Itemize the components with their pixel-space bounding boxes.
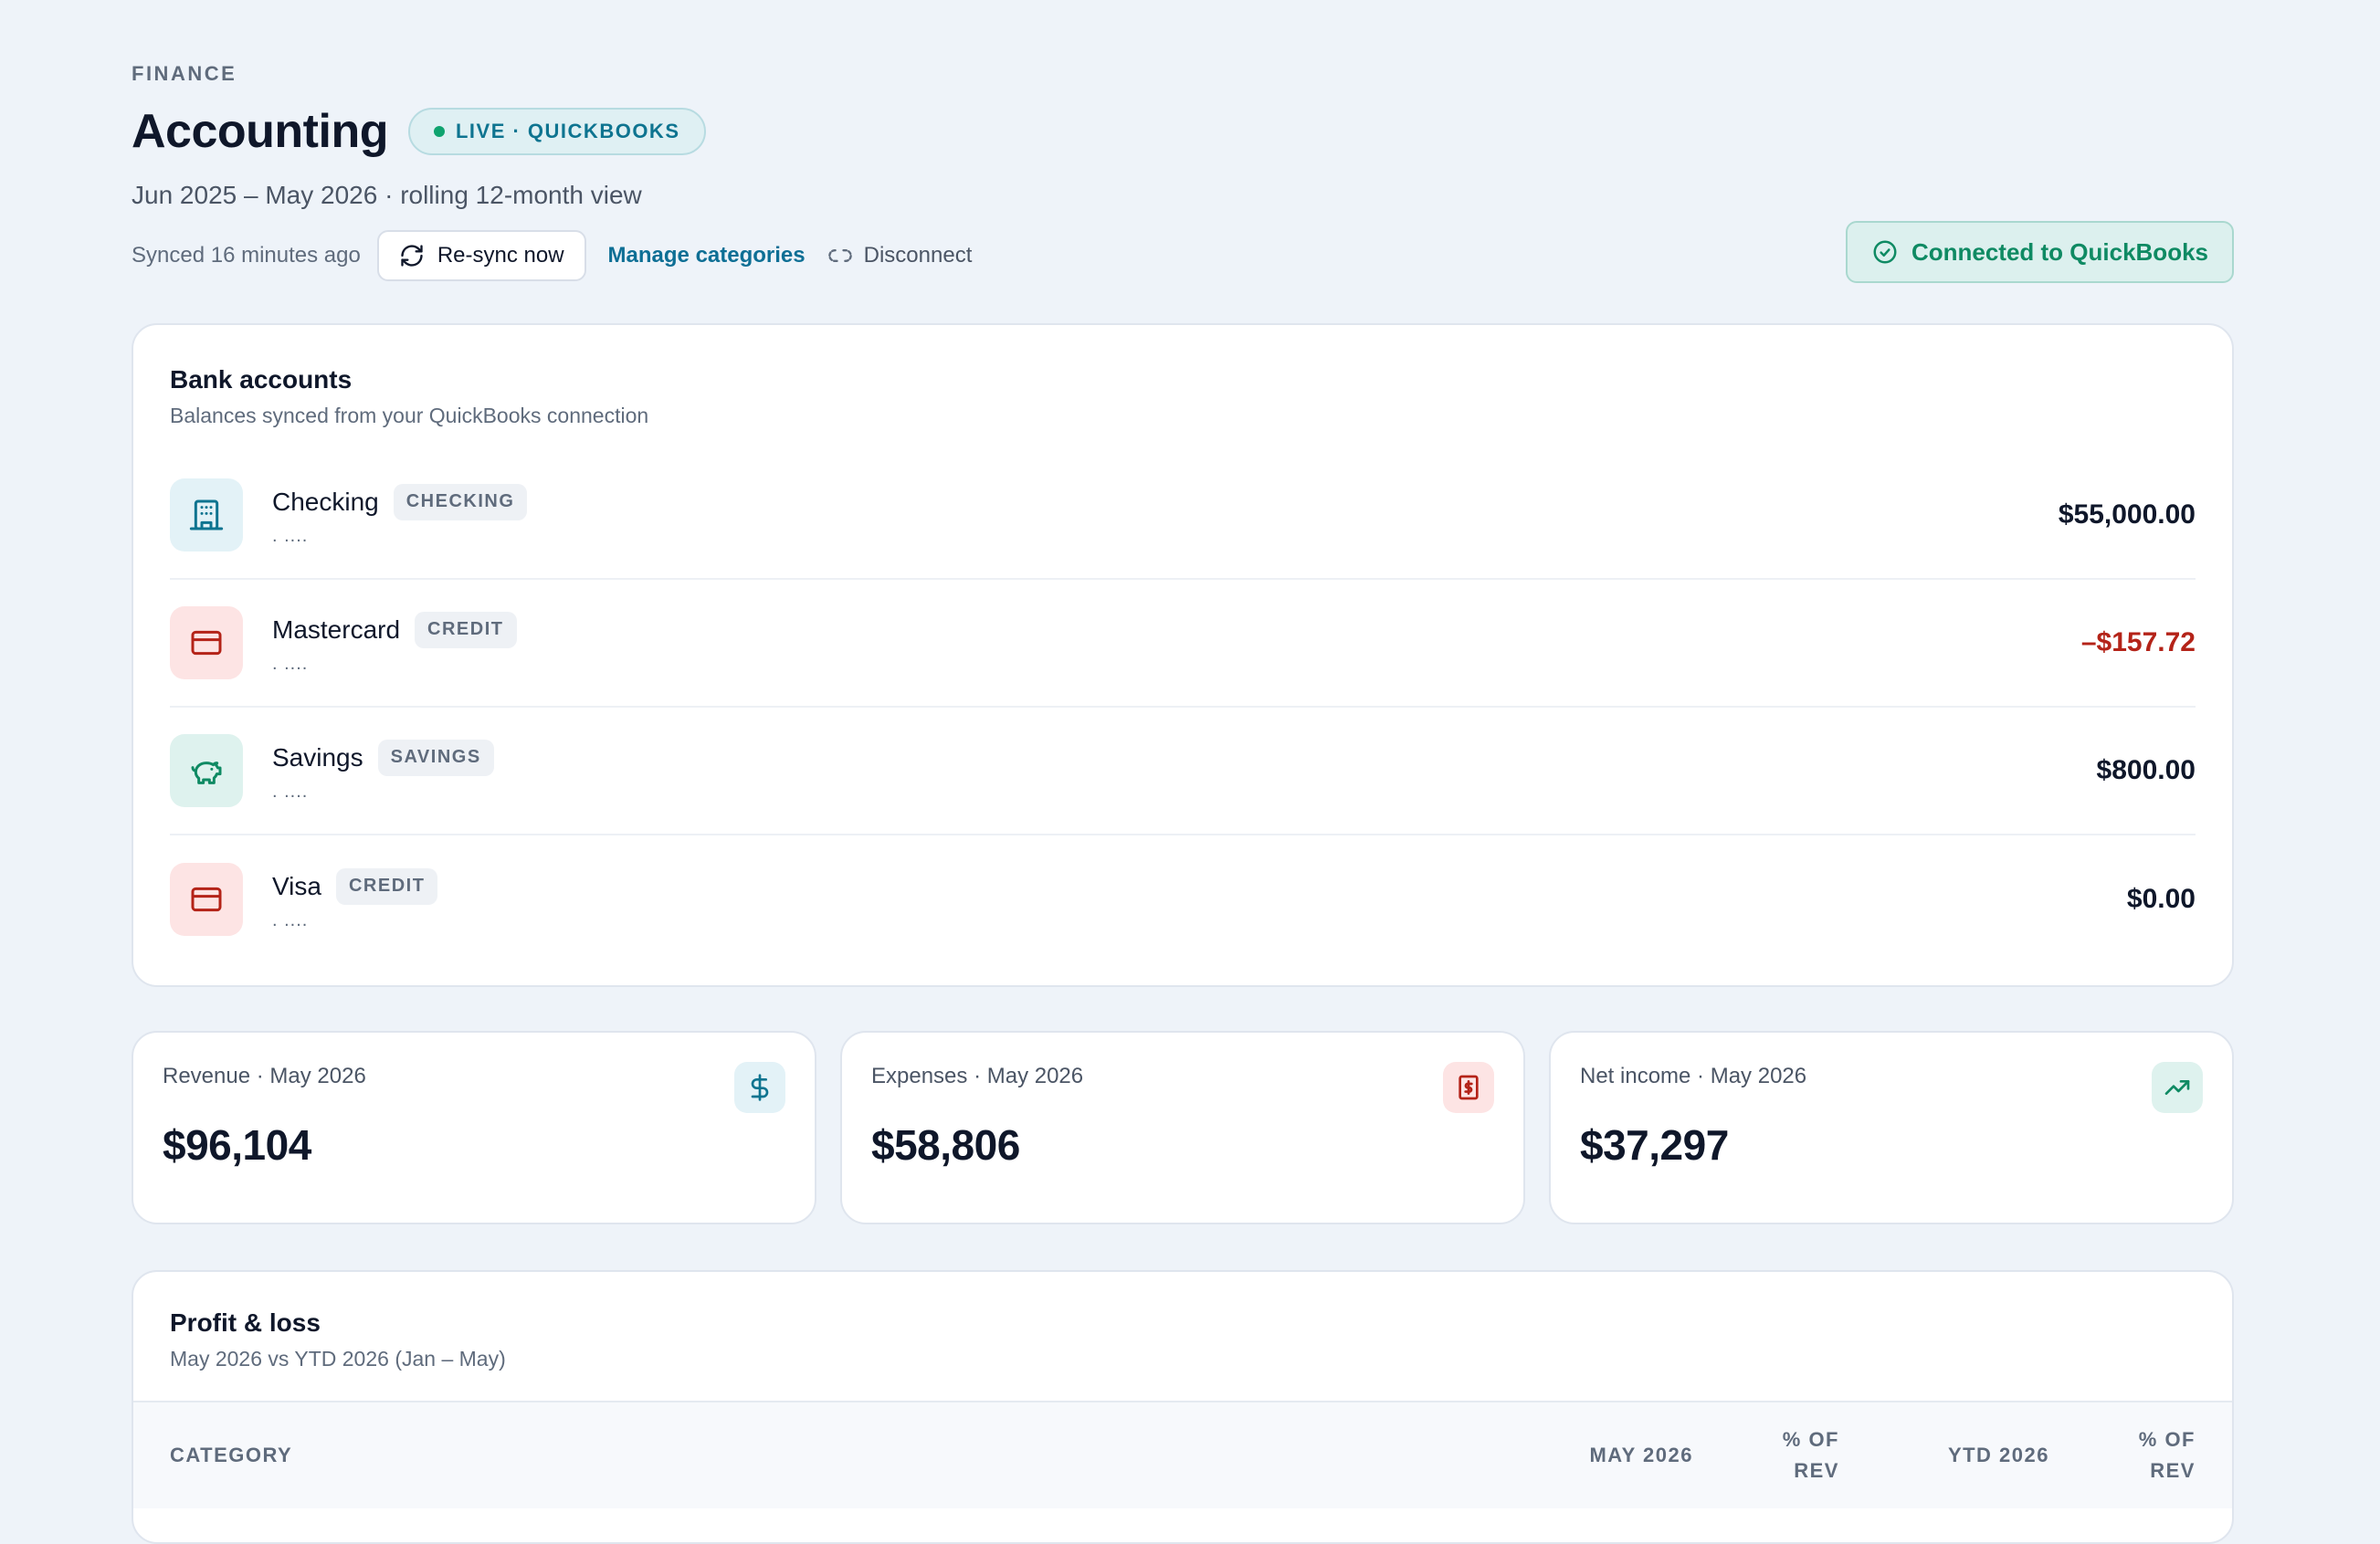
column-header-line: REV [2150,1459,2196,1482]
column-header-line: REV [1794,1459,1839,1482]
title-row: Accounting LIVE · QUICKBOOKS [132,104,2234,159]
account-name: Mastercard [272,614,401,644]
column-header-may-2026[interactable]: MAY 2026 [1511,1440,1693,1471]
account-details: Visa CREDIT . .... [272,867,438,931]
account-balance: –$157.72 [2080,627,2196,657]
disconnect-button[interactable]: Disconnect [827,243,973,268]
page-subtitle: Jun 2025 – May 2026 · rolling 12-month v… [132,181,642,209]
account-name: Savings [272,742,363,772]
disconnect-label: Disconnect [863,243,973,268]
column-header-ytd-2026[interactable]: YTD 2026 [1839,1440,2049,1471]
sync-status: Synced 16 minutes ago [132,243,361,268]
live-dot-icon [433,126,445,137]
kpi-value: $37,297 [1580,1121,1729,1169]
account-name: Checking [272,487,379,516]
section-eyebrow: FINANCE [132,62,237,85]
account-list: Checking CHECKING . .... $55,000.00 Mast… [170,452,2196,963]
net-income-kpi-card: Net income · May 2026 $37,297 [1549,1031,2234,1224]
column-header-ytd-pct-rev[interactable]: % OF REV [2049,1424,2196,1486]
sync-actions: Synced 16 minutes ago Re-sync now Manage… [132,221,2234,283]
account-details: Mastercard CREDIT . .... [272,611,517,675]
account-balance: $0.00 [2126,884,2196,914]
column-header-may-pct-rev[interactable]: % OF REV [1693,1424,1839,1486]
account-number-mask: . .... [272,909,309,930]
resync-label: Re-sync now [437,243,564,268]
live-status-badge: LIVE · QUICKBOOKS [407,108,706,155]
bank-accounts-subtitle: Balances synced from your QuickBooks con… [170,404,649,427]
accounting-page: FINANCE Accounting LIVE · QUICKBOOKS Jun… [132,62,2234,1544]
piggy-bank-icon [170,734,243,807]
column-header-category[interactable]: CATEGORY [170,1444,1511,1467]
column-header-line: % OF [2138,1428,2196,1451]
account-row-savings[interactable]: Savings SAVINGS . .... $800.00 [170,708,2196,835]
column-header-line: % OF [1782,1428,1839,1451]
revenue-kpi-card: Revenue · May 2026 $96,104 [132,1031,816,1224]
account-type-badge: CREDIT [415,611,517,648]
page-title: Accounting [132,105,388,158]
account-number-mask: . .... [272,781,309,802]
profit-loss-subtitle: May 2026 vs YTD 2026 (Jan – May) [170,1347,506,1371]
account-type-badge: CREDIT [335,867,438,905]
resync-button[interactable]: Re-sync now [376,230,586,281]
live-status-label: LIVE · QUICKBOOKS [455,120,680,142]
connection-status-badge: Connected to QuickBooks [1845,221,2234,283]
receipt-icon [1443,1062,1494,1113]
table-header: CATEGORY MAY 2026 % OF REV YTD 2026 % OF… [133,1401,2232,1508]
check-circle-icon [1873,240,1897,264]
expenses-kpi-card: Expenses · May 2026 $58,806 [840,1031,1525,1224]
credit-card-icon [170,606,243,679]
kpi-label: Expenses · May 2026 [871,1064,1084,1088]
profit-loss-card: Profit & loss May 2026 vs YTD 2026 (Jan … [132,1270,2234,1544]
account-number-mask: . .... [272,525,309,546]
kpi-value: $96,104 [163,1121,311,1169]
account-type-badge: CHECKING [393,483,528,520]
unlink-icon [827,249,852,262]
credit-card-icon [170,863,243,936]
connection-status-label: Connected to QuickBooks [1911,237,2208,266]
account-type-badge: SAVINGS [377,739,494,776]
trending-up-icon [2152,1062,2203,1113]
kpi-label: Net income · May 2026 [1580,1064,1807,1088]
profit-loss-header: Profit & loss May 2026 vs YTD 2026 (Jan … [133,1272,2232,1401]
account-details: Checking CHECKING . .... [272,483,528,547]
account-row-checking[interactable]: Checking CHECKING . .... $55,000.00 [170,452,2196,580]
manage-categories-link[interactable]: Manage categories [608,243,806,268]
account-details: Savings SAVINGS . .... [272,739,494,803]
account-number-mask: . .... [272,653,309,674]
kpi-value: $58,806 [871,1121,1020,1169]
dollar-icon [734,1062,785,1113]
kpi-row: Revenue · May 2026 $96,104 Expenses · Ma… [132,1031,2234,1224]
profit-loss-title: Profit & loss [170,1308,321,1337]
refresh-icon [401,245,423,267]
account-row-mastercard[interactable]: Mastercard CREDIT . .... –$157.72 [170,580,2196,708]
building-icon [170,478,243,551]
bank-accounts-title: Bank accounts [170,365,353,394]
account-balance: $55,000.00 [2058,499,2196,530]
bank-accounts-card: Bank accounts Balances synced from your … [132,323,2234,987]
kpi-label: Revenue · May 2026 [163,1064,366,1088]
account-row-visa[interactable]: Visa CREDIT . .... $0.00 [170,835,2196,963]
account-balance: $800.00 [2096,755,2196,785]
account-name: Visa [272,871,321,900]
